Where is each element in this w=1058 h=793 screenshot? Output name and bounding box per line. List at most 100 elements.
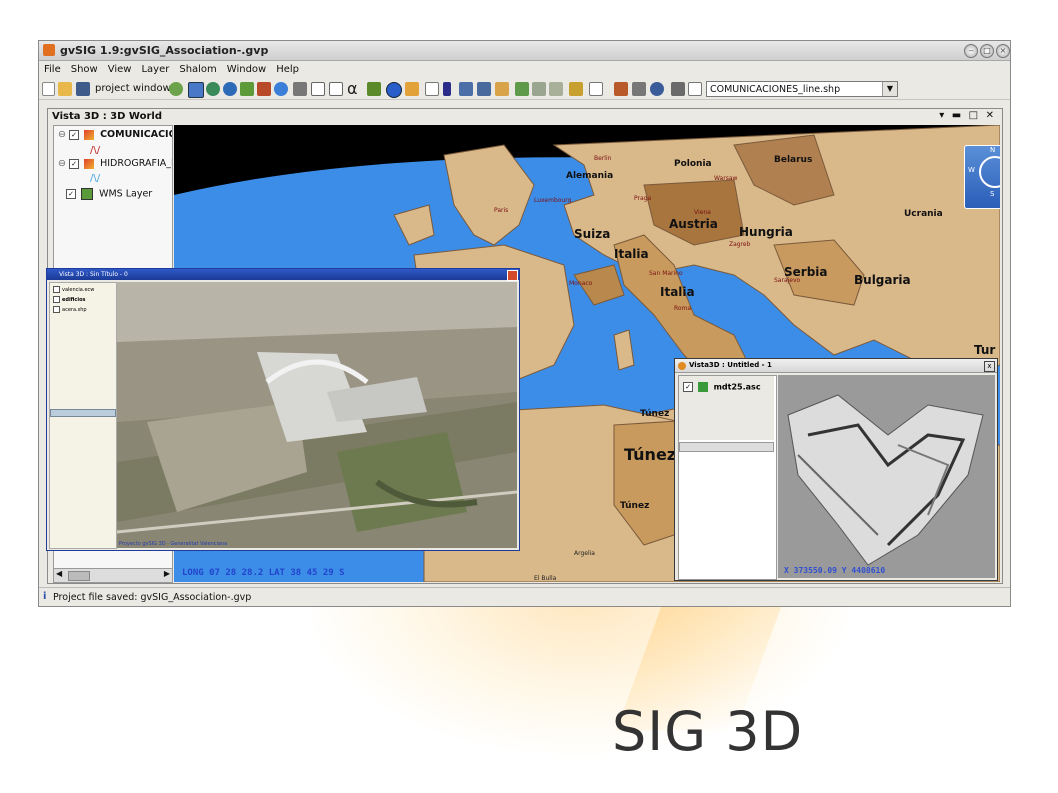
- city-san-marino: San Marino: [649, 270, 683, 277]
- scroll-thumb[interactable]: [68, 571, 90, 581]
- print-icon[interactable]: [632, 82, 646, 96]
- layer-tool-icon[interactable]: [240, 82, 254, 96]
- layer-checkbox[interactable]: ✓: [66, 189, 76, 199]
- city-monaco: Monaco: [569, 280, 593, 287]
- close-icon[interactable]: x: [984, 361, 995, 372]
- table-icon[interactable]: [311, 82, 325, 96]
- compass-south: S: [990, 190, 995, 198]
- layer-name: edificios: [62, 297, 86, 303]
- valencia-3d-aerial-view[interactable]: Proyecto gvSIG 3D · Generalitat Valencia…: [117, 282, 517, 548]
- measure-icon[interactable]: [367, 82, 381, 96]
- layer-row[interactable]: acera.shp: [53, 306, 87, 313]
- vegetation-icon[interactable]: [532, 82, 546, 96]
- maximize-icon[interactable]: □: [980, 44, 994, 58]
- menu-help[interactable]: Help: [271, 61, 304, 75]
- select-by-point-icon[interactable]: [459, 82, 473, 96]
- vector-layer-icon: [84, 129, 95, 140]
- layer-row-comunicaciones[interactable]: ⊖ ✓ COMUNICACIO: [58, 129, 172, 143]
- world-view-icon[interactable]: [274, 82, 288, 96]
- monitor-icon[interactable]: [293, 82, 307, 96]
- menu-show[interactable]: Show: [66, 61, 103, 75]
- zoom-in-icon[interactable]: [223, 82, 237, 96]
- layer-checkbox[interactable]: [53, 286, 60, 293]
- window-title: gvSIG 1.9:gvSIG_Association-.gvp: [60, 44, 269, 57]
- label-polonia: Polonia: [674, 159, 712, 169]
- layout-icon[interactable]: [589, 82, 603, 96]
- scroll-right-icon[interactable]: ▶: [164, 569, 170, 578]
- grid-icon[interactable]: [688, 82, 702, 96]
- compass-widget[interactable]: N W E S: [964, 145, 1000, 209]
- label-alemania: Alemania: [566, 171, 614, 181]
- select-by-polygon-icon[interactable]: [477, 82, 491, 96]
- layer-checkbox[interactable]: ✓: [69, 129, 79, 140]
- select-rectangle-icon[interactable]: [425, 82, 439, 96]
- full-extent-icon[interactable]: [329, 82, 343, 96]
- line-symbol-icon: /\/: [90, 145, 101, 156]
- menu-window[interactable]: Window: [222, 61, 271, 75]
- menu-shalom[interactable]: Shalom: [174, 61, 221, 75]
- compass-rose-icon: [979, 156, 1000, 188]
- menu-bar: File Show View Layer Shalom Window Help: [39, 61, 1010, 78]
- toc-horizontal-scrollbar[interactable]: [679, 442, 774, 452]
- info-tool-icon[interactable]: [386, 82, 402, 98]
- tree-icon[interactable]: [515, 82, 529, 96]
- select-pointer-icon[interactable]: [443, 82, 451, 96]
- view3d-title: Vista 3D : 3D World: [52, 111, 162, 122]
- mdt-coordinates-readout: X 373550.09 Y 4408610: [784, 566, 886, 575]
- scroll-left-icon[interactable]: ◀: [56, 569, 62, 578]
- layer-row-wms[interactable]: ✓ WMS Layer: [58, 188, 152, 202]
- label-ucrania: Ucrania: [904, 209, 943, 219]
- layer-checkbox[interactable]: [53, 296, 60, 303]
- legend-icon[interactable]: [569, 82, 583, 96]
- close-icon[interactable]: ×: [996, 44, 1010, 58]
- add-layer-icon[interactable]: [169, 82, 183, 96]
- minimize-icon[interactable]: ‒: [964, 44, 978, 58]
- layer-row-hidrografia[interactable]: ⊖ ✓ HIDROGRAFIA_l: [58, 158, 173, 172]
- gvsig-app-icon: [678, 362, 686, 370]
- compass-west: W: [968, 166, 975, 174]
- stack-layers-icon[interactable]: [671, 82, 685, 96]
- city-berlin: Berlin: [594, 155, 612, 162]
- city-paris: Paris: [494, 207, 509, 214]
- save-project-icon[interactable]: [76, 82, 90, 96]
- city-sarajevo: Sarajevo: [774, 277, 801, 284]
- layer-row[interactable]: valencia.ecw: [53, 286, 94, 293]
- layer-checkbox[interactable]: ✓: [683, 382, 693, 392]
- layer-checkbox[interactable]: [53, 306, 60, 313]
- alpha-icon[interactable]: α: [347, 81, 363, 97]
- new-project-icon[interactable]: [42, 82, 55, 96]
- tree-expander-icon[interactable]: ⊖: [58, 158, 66, 169]
- pan-icon[interactable]: [188, 82, 204, 98]
- line-symbol-icon: /\/: [90, 173, 101, 184]
- hyperlink-icon[interactable]: [495, 82, 509, 96]
- tools-icon[interactable]: [614, 82, 628, 96]
- menu-layer[interactable]: Layer: [136, 61, 174, 75]
- globe-navigate-icon[interactable]: [206, 82, 220, 96]
- toc-horizontal-scrollbar[interactable]: ◀ ▶: [54, 568, 172, 582]
- valencia-toc-scrollbar[interactable]: [50, 409, 116, 417]
- close-icon[interactable]: [507, 270, 518, 281]
- chevron-down-icon[interactable]: ▼: [882, 82, 897, 96]
- view3d-window-controls[interactable]: ▾ ▬ □ ✕: [939, 110, 996, 121]
- layer-row-mdt25[interactable]: ✓ mdt25.asc: [683, 382, 761, 392]
- layer-row[interactable]: edificios: [53, 296, 85, 303]
- tree-expander-icon[interactable]: ⊖: [58, 129, 66, 140]
- layer-checkbox[interactable]: ✓: [69, 158, 79, 169]
- layer-name: WMS Layer: [99, 188, 153, 200]
- mdt-terrain-view[interactable]: X 373550.09 Y 4408610: [778, 375, 995, 578]
- project-window-button[interactable]: project window: [95, 83, 171, 94]
- menu-view[interactable]: View: [103, 61, 137, 75]
- city-luxembourg: Luxembourg: [534, 197, 572, 204]
- status-bar: i Project file saved: gvSIG_Association-…: [39, 587, 1010, 606]
- globe-coordinates-readout: LONG 07 28 28.2 LAT 38 45 29 S: [182, 568, 345, 578]
- attributes-icon[interactable]: [405, 82, 419, 96]
- layer-selector-dropdown[interactable]: COMUNICACIONES_line.shp ▼: [706, 81, 898, 97]
- layer-selector-value: COMUNICACIONES_line.shp: [710, 84, 841, 95]
- search-icon[interactable]: [650, 82, 664, 96]
- layer-name: HIDROGRAFIA_l: [100, 158, 173, 169]
- label-tunez-lower: Túnez: [620, 501, 650, 511]
- open-project-icon[interactable]: [58, 82, 72, 96]
- menu-file[interactable]: File: [39, 61, 66, 75]
- shrub-icon[interactable]: [549, 82, 563, 96]
- edit-tool-icon[interactable]: [257, 82, 271, 96]
